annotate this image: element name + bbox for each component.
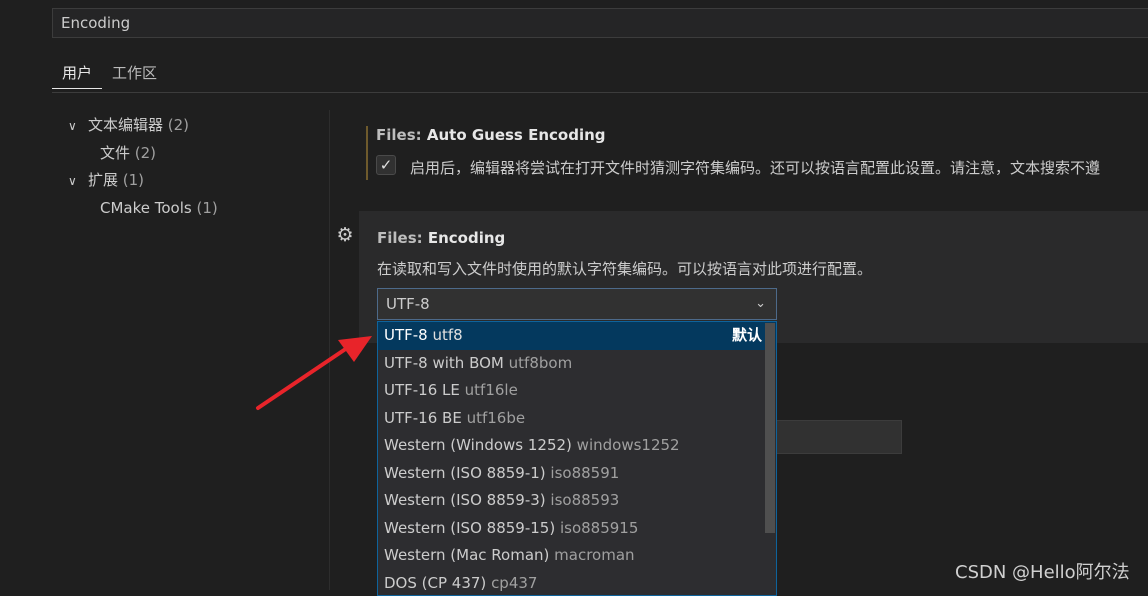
- default-badge: 默认: [732, 322, 762, 349]
- toc-item-label: CMake Tools: [100, 199, 192, 217]
- auto-guess-checkbox[interactable]: ✓: [376, 155, 396, 175]
- scope-tabs: 用户 工作区: [52, 58, 167, 92]
- toc-item-extensions[interactable]: ∨扩展 (1): [68, 169, 218, 197]
- chevron-down-icon: ⌄: [755, 289, 766, 319]
- dropdown-option[interactable]: Western (ISO 8859-1) iso88591: [378, 460, 776, 488]
- dropdown-option[interactable]: UTF-8 with BOM utf8bom: [378, 350, 776, 378]
- toc-item-label: 文件: [100, 144, 130, 162]
- tab-user[interactable]: 用户: [52, 58, 102, 89]
- dropdown-option[interactable]: DOS (CP 437) cp437: [378, 570, 776, 596]
- toc-item-label: 扩展: [88, 171, 118, 189]
- dropdown-option[interactable]: Western (Windows 1252) windows1252: [378, 432, 776, 460]
- toc-item-label: 文本编辑器: [88, 116, 163, 134]
- tabs-divider: [52, 92, 1148, 93]
- tab-workspace[interactable]: 工作区: [102, 58, 167, 88]
- dropdown-scrollbar[interactable]: [765, 323, 775, 533]
- dropdown-option[interactable]: Western (ISO 8859-3) iso88593: [378, 487, 776, 515]
- toc-item-count: (2): [163, 116, 189, 134]
- chevron-down-icon: ∨: [68, 115, 88, 137]
- modified-indicator: [366, 126, 368, 180]
- toc-item-count: (2): [130, 144, 156, 162]
- encoding-select[interactable]: UTF-8 ⌄: [377, 288, 777, 320]
- setting-description: 启用后，编辑器将尝试在打开文件时猜测字符集编码。还可以按语言配置此设置。请注意，…: [410, 157, 1100, 178]
- toc-item-count: (1): [192, 199, 218, 217]
- setting-title: Files: Auto Guess Encoding: [376, 126, 606, 144]
- red-annotation-arrow-icon: [250, 330, 380, 420]
- setting-description: 在读取和写入文件时使用的默认字符集编码。可以按语言对此项进行配置。: [377, 258, 872, 279]
- chevron-down-icon: ∨: [68, 170, 88, 192]
- setting-auto-guess-encoding: Files: Auto Guess Encoding ✓ 启用后，编辑器将尝试在…: [376, 126, 606, 144]
- dropdown-option[interactable]: UTF-16 LE utf16le: [378, 377, 776, 405]
- dropdown-option[interactable]: Western (Mac Roman) macroman: [378, 542, 776, 570]
- settings-search-input[interactable]: Encoding: [52, 8, 1148, 38]
- check-icon: ✓: [380, 156, 393, 174]
- encoding-dropdown-list: UTF-8 utf8默认 UTF-8 with BOM utf8bom UTF-…: [377, 321, 777, 596]
- select-value: UTF-8: [386, 295, 430, 313]
- dropdown-option[interactable]: Western (ISO 8859-15) iso885915: [378, 515, 776, 543]
- toc-item-cmake-tools[interactable]: CMake Tools (1): [68, 197, 218, 225]
- table-of-contents: ∨文本编辑器 (2) 文件 (2) ∨扩展 (1) CMake Tools (1…: [68, 114, 218, 224]
- setting-title: Files: Encoding: [377, 229, 505, 247]
- toc-item-count: (1): [118, 171, 144, 189]
- dropdown-option[interactable]: UTF-16 BE utf16be: [378, 405, 776, 433]
- dropdown-option[interactable]: UTF-8 utf8默认: [378, 322, 776, 350]
- toc-item-text-editor[interactable]: ∨文本编辑器 (2): [68, 114, 218, 142]
- toc-item-files[interactable]: 文件 (2): [68, 142, 218, 170]
- gear-icon[interactable]: ⚙: [334, 224, 356, 246]
- watermark: CSDN @Hello阿尔法: [955, 558, 1130, 584]
- background-input-field[interactable]: [776, 420, 902, 454]
